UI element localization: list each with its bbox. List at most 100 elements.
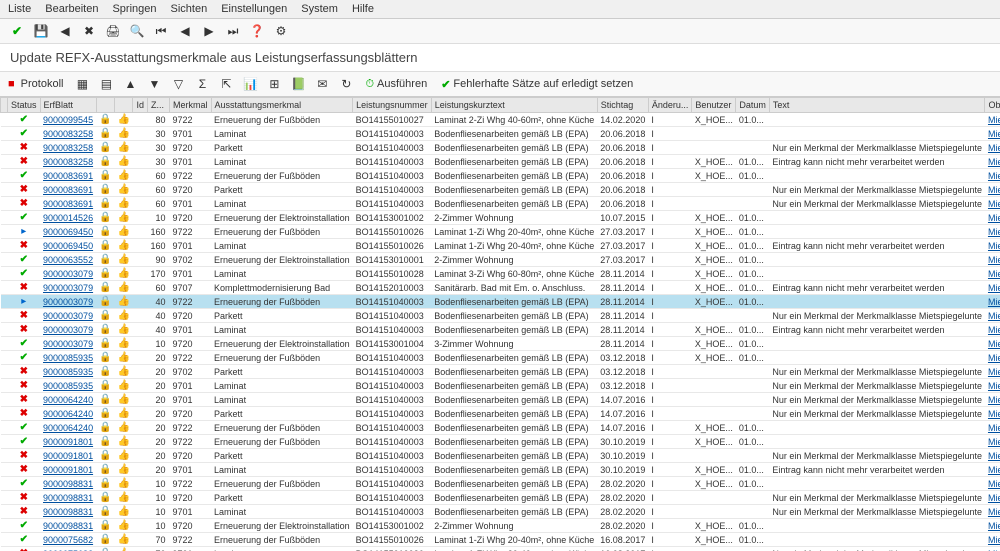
erfblatt-link[interactable]: 9000083258 — [43, 129, 93, 139]
table-row[interactable]: ✖9000064240🔒👍209720ParkettBO14151040003B… — [1, 407, 1000, 421]
erfblatt-link[interactable]: 9000003079 — [43, 325, 93, 335]
object-link[interactable]: Mieteinheit 1200/2021/9 — [988, 129, 1000, 139]
erfblatt-link[interactable]: 9000075682 — [43, 535, 93, 545]
sort-desc-icon[interactable]: ▼ — [145, 75, 163, 93]
table-row[interactable]: ✖9000064240🔒👍209701LaminatBO14151040003B… — [1, 393, 1000, 407]
erfblatt-link[interactable]: 9000091801 — [43, 451, 93, 461]
col-header[interactable]: Stichtag — [597, 98, 648, 113]
menu-sichten[interactable]: Sichten — [171, 3, 208, 15]
table-row[interactable]: ✔9000083258🔒👍309701LaminatBO14151040003B… — [1, 127, 1000, 141]
mail-icon[interactable]: ✉ — [313, 75, 331, 93]
object-link[interactable]: Mieteinheit 1200/2021/29 — [988, 353, 1000, 363]
erfblatt-link[interactable]: 9000014526 — [43, 213, 93, 223]
last-icon[interactable]: ⏭ — [224, 22, 242, 40]
object-link[interactable]: Mieteinheit 1200/2021/28 — [988, 297, 1000, 307]
erfblatt-link[interactable]: 9000083258 — [43, 157, 93, 167]
erfblatt-link[interactable]: 9000063552 — [43, 255, 93, 265]
col-header[interactable]: ErfBlatt — [40, 98, 96, 113]
table-row[interactable]: ✖9000098831🔒👍109720ParkettBO14151040003B… — [1, 491, 1000, 505]
filter-icon[interactable]: ▽ — [169, 75, 187, 93]
help-icon[interactable]: ❓ — [248, 22, 266, 40]
col-header[interactable] — [115, 98, 133, 113]
layout-icon[interactable]: ⊞ — [265, 75, 283, 93]
settings-icon[interactable]: ⚙ — [272, 22, 290, 40]
table-row[interactable]: ✔9000014526🔒👍109720Erneuerung der Elektr… — [1, 211, 1000, 225]
object-link[interactable]: Mieteinheit 1200/2021/47 — [988, 493, 1000, 503]
object-link[interactable]: Mieteinheit 1200/2021/28 — [988, 339, 1000, 349]
table-row[interactable]: ✔9000064240🔒👍209722Erneuerung der Fußböd… — [1, 421, 1000, 435]
sum-icon[interactable]: Σ — [193, 75, 211, 93]
table-row[interactable]: ✖9000085935🔒👍209702ParkettBO14151040003B… — [1, 365, 1000, 379]
col-header[interactable]: Id — [133, 98, 148, 113]
table-row[interactable]: ✔9000098831🔒👍109722Erneuerung der Fußböd… — [1, 477, 1000, 491]
table-row[interactable]: ✔9000083691🔒👍609722Erneuerung der Fußböd… — [1, 169, 1000, 183]
protokoll-label[interactable]: Protokoll — [21, 78, 64, 90]
next-icon[interactable]: ▶ — [200, 22, 218, 40]
object-link[interactable]: Mieteinheit 1200/2021/31 — [988, 409, 1000, 419]
erfblatt-link[interactable]: 9000064240 — [43, 409, 93, 419]
col-header[interactable] — [1, 98, 8, 113]
col-header[interactable]: Text — [769, 98, 985, 113]
prev-icon[interactable]: ◀ — [176, 22, 194, 40]
table-row[interactable]: ✖9000003079🔒👍409701LaminatBO14151040003B… — [1, 323, 1000, 337]
execute-button[interactable]: ⏱Ausführen — [361, 78, 431, 91]
object-link[interactable]: Mieteinheit 1200/104/2 — [988, 115, 1000, 125]
table-row[interactable]: ✖9000003079🔒👍409720ParkettBO14151040003B… — [1, 309, 1000, 323]
menu-springen[interactable]: Springen — [112, 3, 156, 15]
table-row[interactable]: ✔9000099545🔒👍809722Erneuerung der Fußböd… — [1, 113, 1000, 127]
accept-icon[interactable]: ✔ — [8, 22, 26, 40]
col-header[interactable]: Ausstattungsmerkmal — [211, 98, 353, 113]
sort-asc-icon[interactable]: ▲ — [121, 75, 139, 93]
erfblatt-link[interactable]: 9000003079 — [43, 283, 93, 293]
object-link[interactable]: Mieteinheit 1200/2021/17 — [988, 213, 1000, 223]
table-row[interactable]: ✖9000083258🔒👍309720ParkettBO14151040003B… — [1, 141, 1000, 155]
grid-tool-2[interactable]: ▤ — [97, 75, 115, 93]
object-link[interactable]: Mieteinheit 1200/2021/17 — [988, 241, 1000, 251]
object-link[interactable]: Mieteinheit 1200/2021/49 — [988, 535, 1000, 545]
object-link[interactable]: Mieteinheit 1200/2021/33 — [988, 451, 1000, 461]
col-header[interactable]: Leistungsnummer — [353, 98, 432, 113]
col-header[interactable] — [96, 98, 114, 113]
object-link[interactable]: Mieteinheit 1200/2021/11 — [988, 171, 1000, 181]
object-link[interactable]: Mieteinheit 1200/2021/29 — [988, 381, 1000, 391]
object-link[interactable]: Mieteinheit 1200/2021/29 — [988, 367, 1000, 377]
table-row[interactable]: ✔9000075682🔒👍709722Erneuerung der Fußböd… — [1, 533, 1000, 547]
erfblatt-link[interactable]: 9000003079 — [43, 297, 93, 307]
first-icon[interactable]: ⏮ — [152, 22, 170, 40]
erfblatt-link[interactable]: 9000083691 — [43, 171, 93, 181]
col-header[interactable]: Objektidentifikation — [985, 98, 1000, 113]
col-header[interactable]: Z... — [148, 98, 170, 113]
stop-icon[interactable]: ■ — [8, 78, 15, 90]
object-link[interactable]: Mieteinheit 1200/2021/24 — [988, 255, 1000, 265]
refresh-icon[interactable]: ↻ — [337, 75, 355, 93]
table-row[interactable]: ▸9000069450🔒👍1609722Erneuerung der Fußbö… — [1, 225, 1000, 239]
erfblatt-link[interactable]: 9000083258 — [43, 143, 93, 153]
erfblatt-link[interactable]: 9000069450 — [43, 227, 93, 237]
back-icon[interactable]: ◀ — [56, 22, 74, 40]
table-row[interactable]: ✖9000083691🔒👍609720ParkettBO14151040003B… — [1, 183, 1000, 197]
erfblatt-link[interactable]: 9000083691 — [43, 199, 93, 209]
menu-bearbeiten[interactable]: Bearbeiten — [45, 3, 98, 15]
object-link[interactable]: Mieteinheit 1200/2021/33 — [988, 437, 1000, 447]
menu-hilfe[interactable]: Hilfe — [352, 3, 374, 15]
object-link[interactable]: Mieteinheit 1200/2021/28 — [988, 325, 1000, 335]
object-link[interactable]: Mieteinheit 1200/2021/9 — [988, 143, 1000, 153]
exit-icon[interactable]: ✖ — [80, 22, 98, 40]
object-link[interactable]: Mieteinheit 1200/2021/47 — [988, 521, 1000, 531]
excel-icon[interactable]: 📗 — [289, 75, 307, 93]
table-row[interactable]: ✔9000063552🔒👍909702Erneuerung der Elektr… — [1, 253, 1000, 267]
col-header[interactable]: Merkmal — [170, 98, 212, 113]
mark-done-button[interactable]: ✔Fehlerhafte Sätze auf erledigt setzen — [437, 78, 637, 91]
object-link[interactable]: Mieteinheit 1200/2021/28 — [988, 269, 1000, 279]
object-link[interactable]: Mieteinheit 1200/2021/17 — [988, 227, 1000, 237]
table-row[interactable]: ✖9000083258🔒👍309701LaminatBO14151040003B… — [1, 155, 1000, 169]
erfblatt-link[interactable]: 9000098831 — [43, 507, 93, 517]
col-header[interactable]: Datum — [736, 98, 770, 113]
table-row[interactable]: ✔9000003079🔒👍1709701LaminatBO14155010028… — [1, 267, 1000, 281]
erfblatt-link[interactable]: 9000091801 — [43, 465, 93, 475]
erfblatt-link[interactable]: 9000099545 — [43, 115, 93, 125]
object-link[interactable]: Mieteinheit 1200/2021/31 — [988, 423, 1000, 433]
erfblatt-link[interactable]: 9000064240 — [43, 423, 93, 433]
table-row[interactable]: ✔9000085935🔒👍209722Erneuerung der Fußböd… — [1, 351, 1000, 365]
col-header[interactable]: Änderu... — [648, 98, 692, 113]
